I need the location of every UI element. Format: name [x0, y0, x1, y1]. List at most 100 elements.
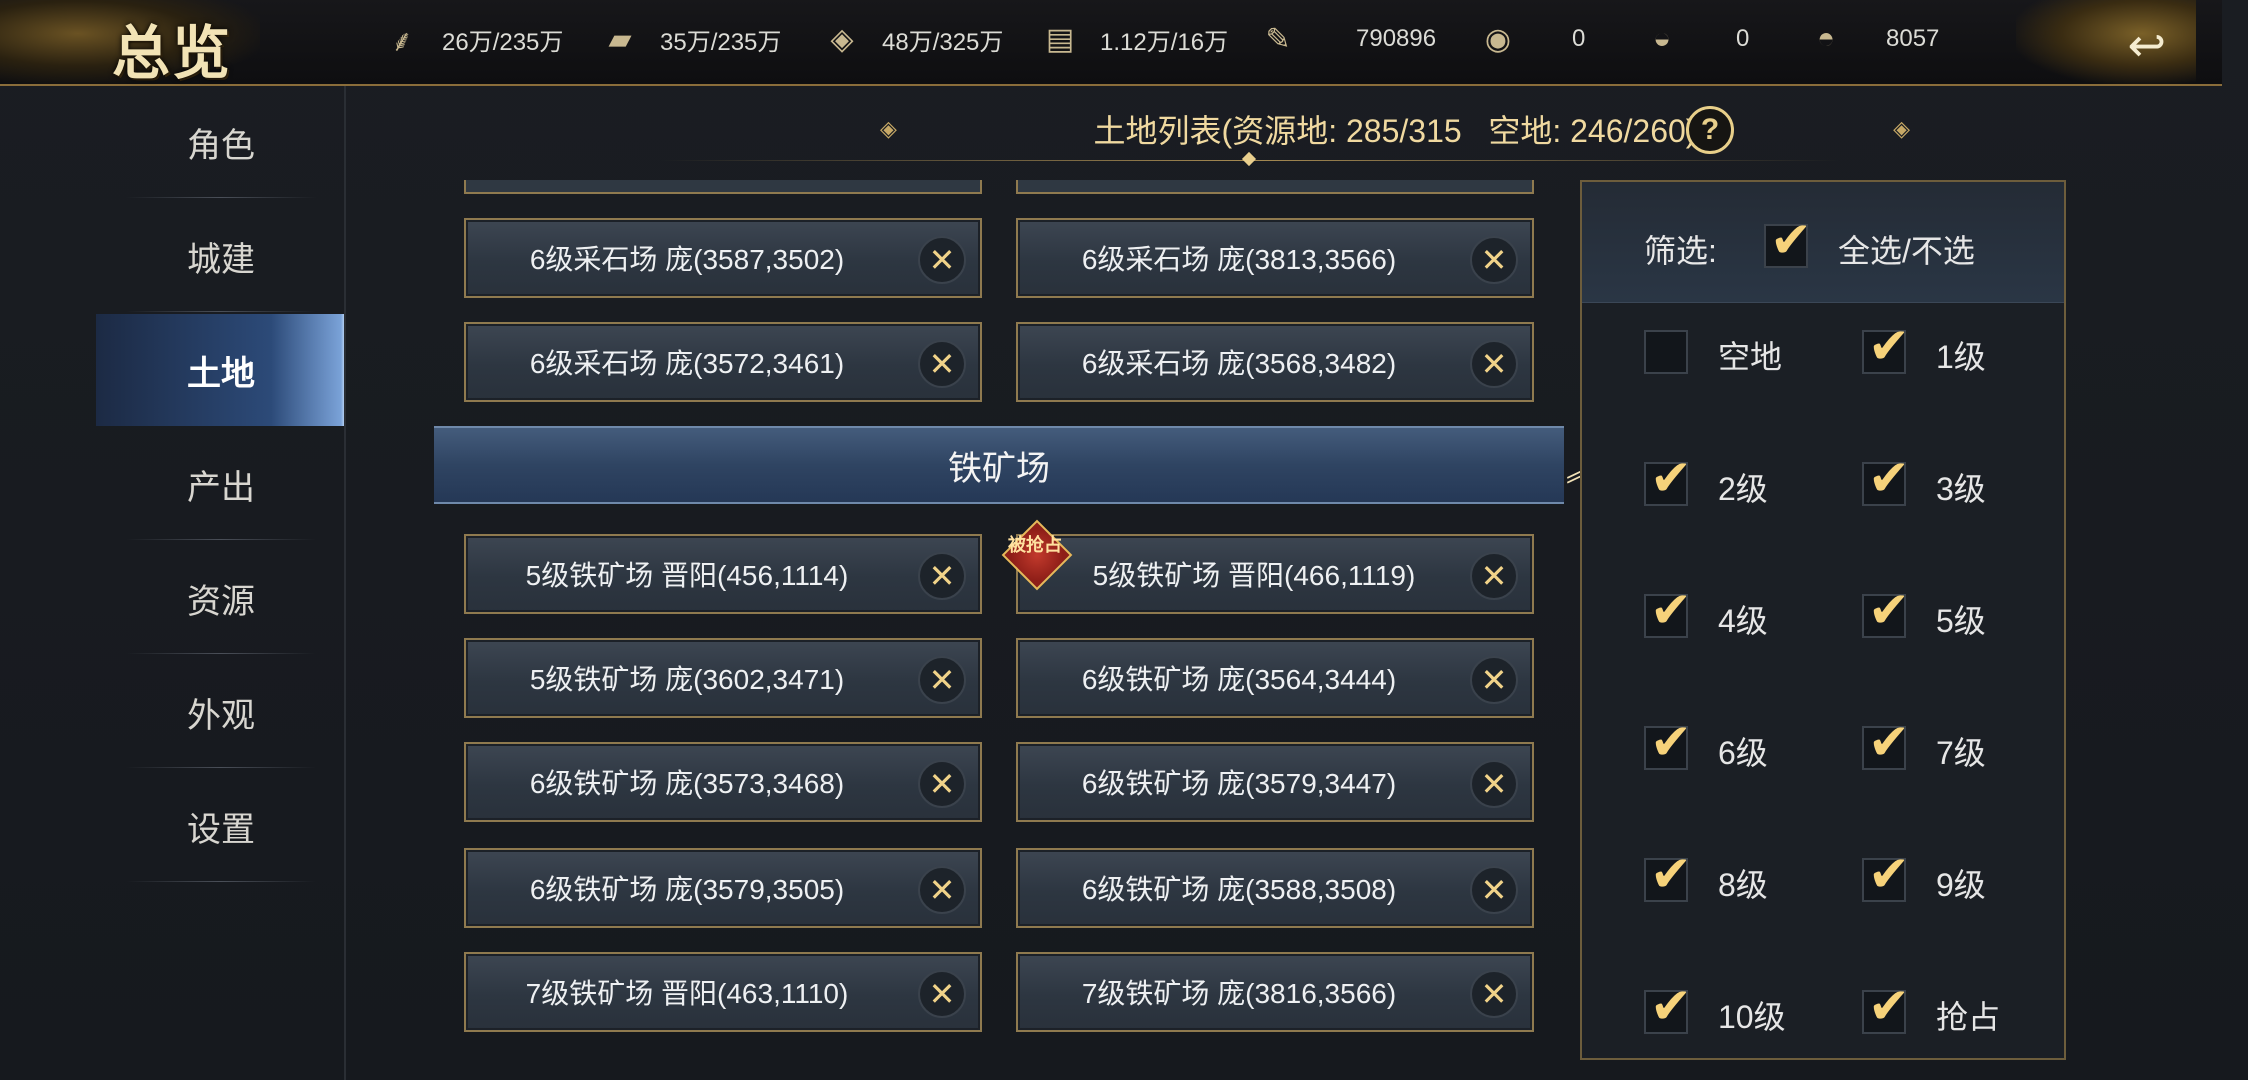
sidebar-item-label: 设置 [187, 810, 255, 849]
check-icon: ✔ [1650, 714, 1692, 770]
filter-checkbox-level-9[interactable]: ✔ [1862, 846, 1910, 902]
check-icon: ✔ [1868, 318, 1910, 374]
filter-label-level-6: 6级 [1718, 735, 1768, 771]
filter-checkbox-level-6[interactable]: ✔ [1644, 714, 1692, 770]
top-bar: 总览 ⸙ 26万/235万 ▰ 35万/235万 ◈ 48万/325万 ▤ 1.… [0, 0, 2222, 87]
resource-value: 0 [1572, 25, 1586, 52]
close-icon[interactable]: ✕ [1470, 866, 1518, 914]
resource-iron[interactable]: ▤ 1.12万/16万 [1038, 0, 1228, 78]
land-item[interactable]: 6级铁矿场 庞(3573,3468) ✕ [464, 742, 982, 822]
resource-wood[interactable]: ▰ 35万/235万 [598, 0, 781, 78]
sidebar-item-role[interactable]: 角色 [96, 86, 346, 198]
sidebar-item-appearance[interactable]: 外观 [96, 656, 346, 768]
land-item[interactable]: 6级铁矿场 庞(3588,3508) ✕ [1016, 848, 1534, 928]
filter-checkbox-seized[interactable]: ✔ [1862, 978, 1910, 1034]
land-item[interactable]: 6级铁矿场 庞(3564,3444) ✕ [1016, 638, 1534, 718]
filter-checkbox-level-5[interactable]: ✔ [1862, 582, 1910, 638]
close-icon[interactable]: ✕ [918, 236, 966, 284]
filter-label-level-3: 3级 [1936, 471, 1986, 507]
land-item[interactable]: 7级铁矿场 晋阳(463,1110) ✕ [464, 952, 982, 1032]
land-item-label: 5级铁矿场 晋阳(456,1114) [525, 560, 849, 591]
close-icon[interactable]: ✕ [1470, 656, 1518, 704]
check-icon: ✔ [1650, 978, 1692, 1034]
land-item[interactable]: 6级铁矿场 庞(3579,3505) ✕ [464, 848, 982, 928]
close-icon[interactable]: ✕ [918, 866, 966, 914]
filter-label-level-9: 9级 [1936, 867, 1986, 903]
filter-checkbox-level-4[interactable]: ✔ [1644, 582, 1692, 638]
page-title: 总览 [112, 19, 233, 87]
close-icon[interactable]: ✕ [918, 552, 966, 600]
land-item[interactable]: 6级采石场 庞(3572,3461) ✕ [464, 322, 982, 402]
land-item[interactable]: 7级铁矿场 庞(3816,3566) ✕ [1016, 952, 1534, 1032]
resource-wheat[interactable]: ⸙ 26万/235万 [380, 0, 564, 78]
filter-label-level-5: 5级 [1936, 603, 1986, 639]
filter-label-level-1: 1级 [1936, 339, 1986, 375]
close-icon[interactable]: ✕ [918, 970, 966, 1018]
resource-scroll[interactable]: ✎ 790896 [1256, 0, 1436, 78]
land-item[interactable]: 5级铁矿场 庞(3602,3471) ✕ [464, 638, 982, 718]
land-item-partial[interactable] [464, 180, 982, 194]
check-icon: ✔ [1868, 714, 1910, 770]
sidebar-item-output[interactable]: 产出 [96, 428, 346, 540]
close-icon[interactable]: ✕ [1470, 970, 1518, 1018]
check-icon: ✔ [1868, 846, 1910, 902]
close-icon[interactable]: ✕ [918, 656, 966, 704]
filter-checkbox-level-1[interactable]: ✔ [1862, 318, 1910, 374]
land-item-label: 6级采石场 庞(3568,3482) [1081, 348, 1397, 379]
land-item[interactable]: 6级采石场 庞(3813,3566) ✕ [1016, 218, 1534, 298]
check-icon: ✔ [1650, 450, 1692, 506]
resource-coin[interactable]: ◉ 0 [1476, 0, 1585, 78]
land-item[interactable]: 6级采石场 庞(3568,3482) ✕ [1016, 322, 1534, 402]
divider [126, 311, 316, 312]
sidebar-divider [344, 86, 346, 1080]
divider [126, 197, 316, 198]
section-header-iron[interactable]: 铁矿场 ︽ [434, 426, 1596, 504]
land-item-label: 6级采石场 庞(3572,3461) [529, 348, 845, 379]
close-icon[interactable]: ✕ [1470, 760, 1518, 808]
sidebar-item-label: 城建 [187, 240, 255, 279]
close-icon[interactable]: ✕ [1470, 552, 1518, 600]
land-item[interactable]: 5级铁矿场 晋阳(456,1114) ✕ [464, 534, 982, 614]
scroll-icon: ✎ [1265, 22, 1291, 56]
filter-checkbox-empty-land[interactable] [1644, 330, 1688, 374]
land-item-label: 7级铁矿场 庞(3816,3566) [1081, 978, 1397, 1009]
land-item-label: 6级铁矿场 庞(3564,3444) [1081, 664, 1397, 695]
sidebar-item-city[interactable]: 城建 [96, 200, 346, 312]
check-icon: ✔ [1868, 582, 1910, 638]
check-icon: ✔ [1650, 846, 1692, 902]
divider [126, 539, 316, 540]
filter-checkbox-level-8[interactable]: ✔ [1644, 846, 1692, 902]
select-all-checkbox[interactable]: ✔ [1764, 212, 1812, 268]
filter-checkbox-level-3[interactable]: ✔ [1862, 450, 1910, 506]
section-title: 铁矿场 [948, 449, 1050, 488]
gold-ingot-icon: ◒ [1652, 22, 1672, 55]
land-item-label: 7级铁矿场 晋阳(463,1110) [525, 978, 849, 1009]
close-icon[interactable]: ✕ [1470, 340, 1518, 388]
land-item[interactable]: 6级采石场 庞(3587,3502) ✕ [464, 218, 982, 298]
close-icon[interactable]: ✕ [918, 340, 966, 388]
resource-silver[interactable]: ◓ 8057 [1804, 0, 1939, 78]
filter-checkbox-level-10[interactable]: ✔ [1644, 978, 1692, 1034]
silver-ingot-icon: ◓ [1816, 22, 1836, 55]
sidebar-item-settings[interactable]: 设置 [96, 770, 346, 882]
sidebar-item-land[interactable]: 土地 [96, 314, 346, 426]
filter-panel: 筛选: ✔ 全选/不选 空地 ✔ 1级 ✔ 2级 ✔ 3级 ✔ 4级 ✔ 5级 … [1580, 180, 2066, 1060]
seized-badge-label: 被抢占 [1008, 535, 1062, 555]
back-button[interactable]: ↩ [2016, 0, 2196, 84]
coin-icon: ◉ [1484, 22, 1512, 56]
filter-checkbox-level-2[interactable]: ✔ [1644, 450, 1692, 506]
help-button[interactable]: ? [1686, 106, 1734, 154]
land-item-label: 6级采石场 庞(3587,3502) [529, 244, 845, 275]
filter-checkbox-level-7[interactable]: ✔ [1862, 714, 1910, 770]
wheat-icon: ⸙ [390, 24, 414, 58]
sidebar-item-label: 土地 [187, 354, 255, 393]
land-item-label: 5级铁矿场 庞(3602,3471) [529, 664, 845, 695]
resource-gold[interactable]: ◒ 0 [1640, 0, 1749, 78]
close-icon[interactable]: ✕ [918, 760, 966, 808]
land-item[interactable]: 6级铁矿场 庞(3579,3447) ✕ [1016, 742, 1534, 822]
land-item[interactable]: 5级铁矿场 晋阳(466,1119) ✕ [1016, 534, 1534, 614]
sidebar-item-resources[interactable]: 资源 [96, 542, 346, 654]
land-item-partial[interactable] [1016, 180, 1534, 194]
resource-stone[interactable]: ◈ 48万/325万 [820, 0, 1003, 78]
close-icon[interactable]: ✕ [1470, 236, 1518, 284]
